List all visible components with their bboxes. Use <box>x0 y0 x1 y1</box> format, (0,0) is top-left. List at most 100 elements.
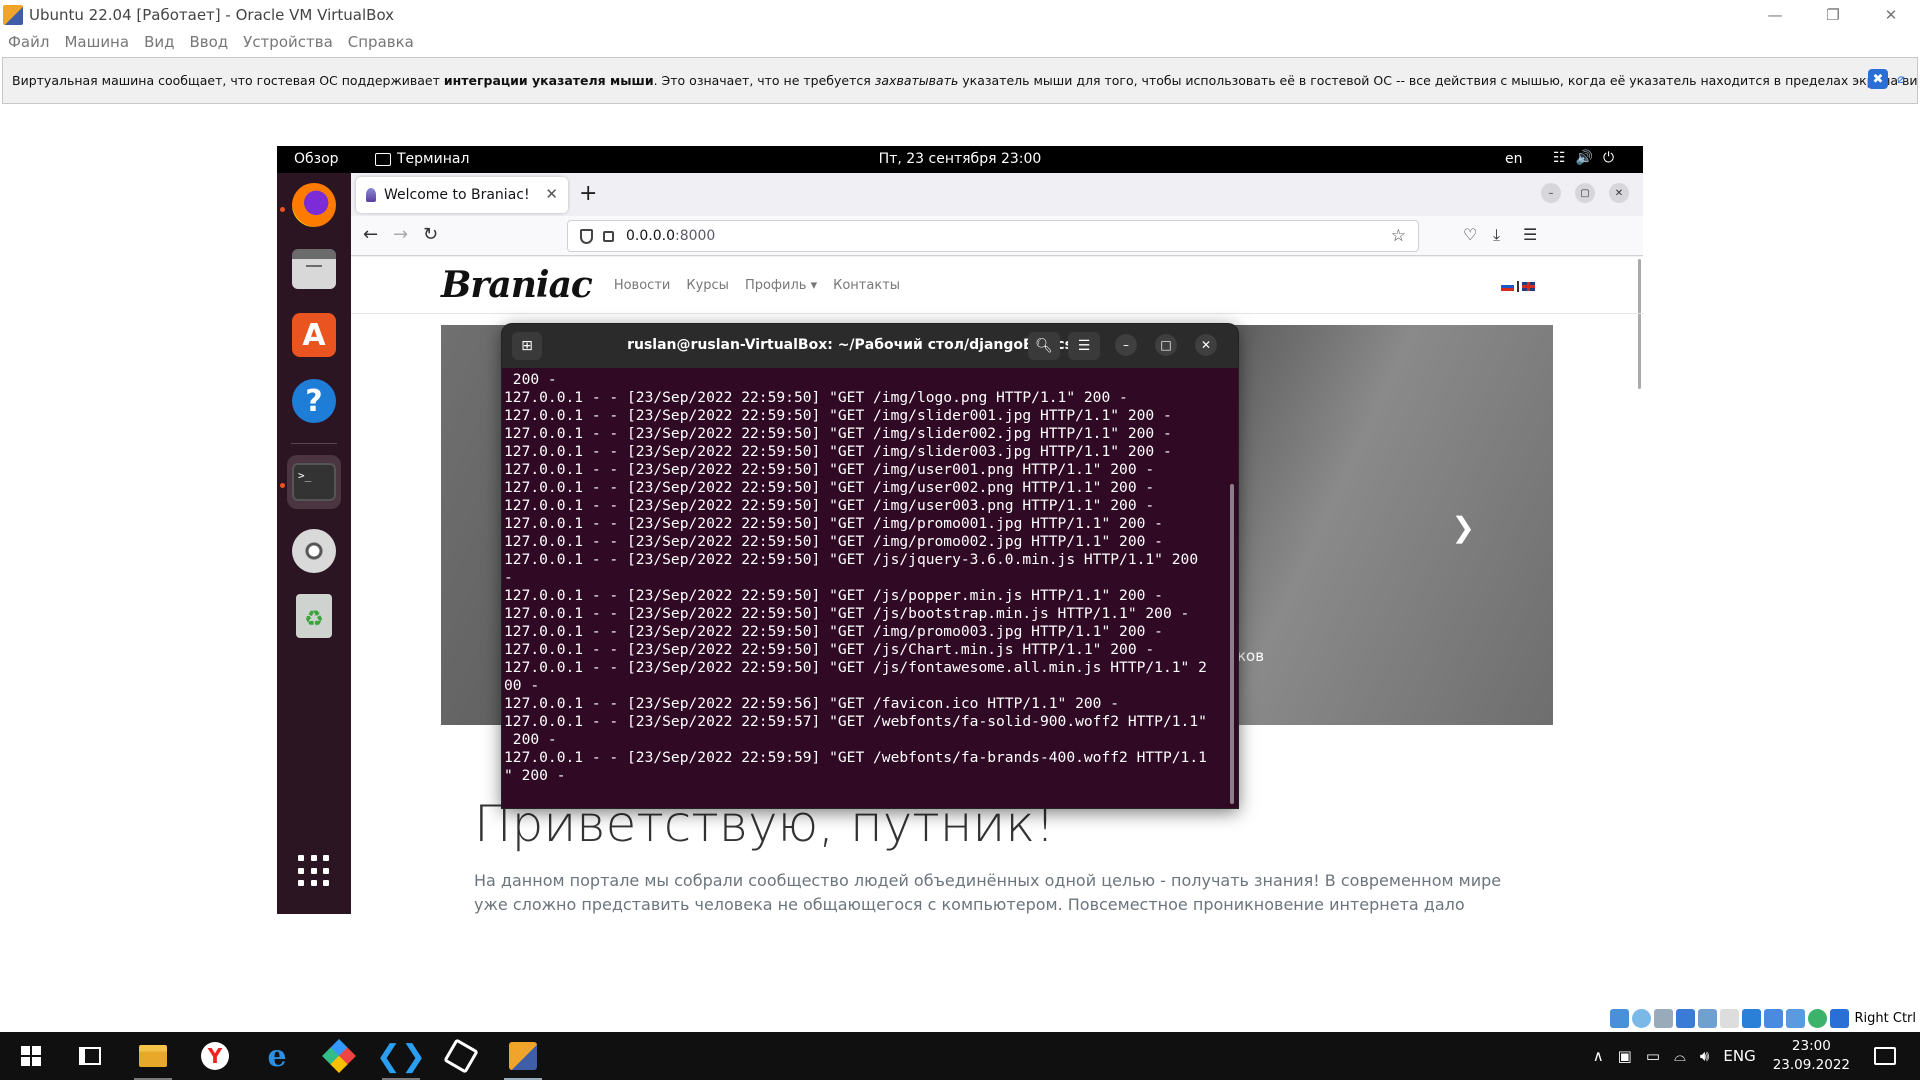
meet-now-icon[interactable]: ▣ <box>1618 1047 1632 1065</box>
keyboard-capture-icon[interactable] <box>1829 1008 1849 1028</box>
bookmark-star-icon[interactable]: ☆ <box>1391 226 1406 246</box>
battery-icon[interactable]: ▭ <box>1646 1047 1660 1065</box>
terminal-window[interactable]: ⊞ ruslan@ruslan-VirtualBox: ~/Рабочий ст… <box>502 324 1238 808</box>
system-menu[interactable]: ☷ 🔊 ⏻ <box>1553 150 1614 166</box>
taskbar-clock[interactable]: 23:00 23.09.2022 <box>1773 1037 1850 1075</box>
dock-trash[interactable]: ♻ <box>287 589 341 643</box>
show-hidden-icons-chevron-icon[interactable]: ∧ <box>1593 1047 1604 1065</box>
ff-restore-icon[interactable]: ▢ <box>1575 183 1595 203</box>
terminal-output[interactable]: 200 -127.0.0.1 - - [23/Sep/2022 22:59:50… <box>504 368 1226 808</box>
taskbar-3d[interactable] <box>434 1032 488 1080</box>
terminal-line: 127.0.0.1 - - [23/Sep/2022 22:59:50] "GE… <box>504 533 1163 550</box>
new-tab-icon[interactable]: + <box>579 181 597 206</box>
nav-courses[interactable]: Курсы <box>686 278 729 293</box>
input-language[interactable]: ENG <box>1723 1047 1755 1065</box>
reload-icon[interactable]: ↻ <box>423 224 438 245</box>
start-button[interactable] <box>4 1032 58 1080</box>
wifi-icon[interactable]: ⌓ <box>1674 1047 1686 1065</box>
virtualization-icon[interactable] <box>1785 1008 1805 1028</box>
taskbar-explorer[interactable] <box>126 1032 180 1080</box>
terminal-line: 127.0.0.1 - - [23/Sep/2022 22:59:50] "GE… <box>504 425 1172 442</box>
url-bar[interactable]: 0.0.0.0:8000 ☆ <box>567 220 1419 252</box>
audio-icon[interactable] <box>1653 1008 1673 1028</box>
ff-minimize-icon[interactable]: – <box>1541 183 1561 203</box>
ff-close-icon[interactable]: ✕ <box>1609 183 1629 203</box>
internet-explorer-icon: e <box>267 1038 287 1074</box>
clock[interactable]: Пт, 23 сентября 23:00 <box>277 151 1643 167</box>
restore-button[interactable]: ❐ <box>1804 0 1862 30</box>
hdd-icon[interactable] <box>1609 1008 1629 1028</box>
navbar-divider <box>351 313 1643 314</box>
minimize-button[interactable]: — <box>1746 0 1804 30</box>
flag-uk-icon[interactable] <box>1522 282 1535 291</box>
pocket-icon[interactable]: ♡ <box>1463 225 1477 244</box>
notifications-icon[interactable] <box>1874 1047 1896 1065</box>
menu-view[interactable]: Вид <box>144 33 174 51</box>
menu-hamburger-icon[interactable]: ☰ <box>1523 225 1537 244</box>
downloads-icon[interactable]: ⤓ <box>1493 225 1500 245</box>
dock-terminal[interactable]: >_ <box>287 455 341 509</box>
dock-disc[interactable] <box>287 524 341 578</box>
terminal-headerbar: ⊞ ruslan@ruslan-VirtualBox: ~/Рабочий ст… <box>502 324 1238 368</box>
nav-contacts[interactable]: Контакты <box>833 278 900 293</box>
carousel-next-icon[interactable]: ❯ <box>1452 511 1475 544</box>
tracking-shield-icon[interactable] <box>580 228 593 244</box>
back-icon[interactable]: ← <box>363 224 378 245</box>
menu-file[interactable]: Файл <box>8 33 49 51</box>
taskbar-ie[interactable]: e <box>250 1032 304 1080</box>
taskbar-yandex[interactable]: Y <box>188 1032 242 1080</box>
app-store-icon: A <box>292 313 336 357</box>
network-icon[interactable] <box>1675 1008 1695 1028</box>
nav-profile[interactable]: Профиль ▾ <box>745 278 817 293</box>
terminal-scrollbar[interactable] <box>1230 484 1234 804</box>
running-indicator <box>280 483 285 488</box>
taskbar-vscode[interactable]: ❮❯ <box>374 1032 428 1080</box>
file-explorer-icon <box>139 1045 167 1067</box>
dock-firefox[interactable] <box>287 178 341 232</box>
mouse-integration-icon[interactable]: ⌀ <box>1891 69 1911 89</box>
page-scrollbar[interactable] <box>1638 259 1641 389</box>
taskbar-git[interactable] <box>312 1032 366 1080</box>
hamburger-menu-icon[interactable]: ☰ <box>1068 332 1100 360</box>
dock-separator <box>291 443 337 444</box>
dock-software[interactable]: A <box>287 308 341 362</box>
speaker-icon[interactable]: 🔊︎ <box>1700 1047 1709 1065</box>
close-button[interactable]: ✕ <box>1862 0 1920 30</box>
shared-folder-icon[interactable] <box>1719 1008 1739 1028</box>
taskbar-virtualbox[interactable] <box>496 1032 550 1080</box>
term-minimize-icon[interactable]: – <box>1115 334 1137 356</box>
virtualbox-icon <box>509 1042 537 1070</box>
menu-machine[interactable]: Машина <box>64 33 129 51</box>
task-view-button[interactable] <box>63 1032 117 1080</box>
usb-icon[interactable] <box>1697 1008 1717 1028</box>
volume-icon: 🔊 <box>1575 150 1593 166</box>
search-icon[interactable]: 🔍︎ <box>1028 332 1060 360</box>
term-close-icon[interactable]: ✕ <box>1195 334 1217 356</box>
close-tab-icon[interactable]: ✕ <box>545 185 558 203</box>
recording-icon[interactable] <box>1763 1008 1783 1028</box>
terminal-line: 127.0.0.1 - - [23/Sep/2022 22:59:59] "GE… <box>504 749 1207 766</box>
keyboard-layout[interactable]: en <box>1505 151 1523 167</box>
menu-devices[interactable]: Устройства <box>243 33 333 51</box>
close-notice-icon[interactable]: ✖ <box>1868 69 1888 89</box>
term-maximize-icon[interactable]: □ <box>1155 334 1177 356</box>
site-logo[interactable]: Braniac <box>441 264 593 306</box>
mouse-integration-status-icon[interactable] <box>1807 1008 1827 1028</box>
show-apps-icon[interactable] <box>298 855 330 887</box>
flag-ru-icon[interactable] <box>1501 282 1514 291</box>
dock-files[interactable] <box>287 242 341 296</box>
dock-help[interactable]: ? <box>287 374 341 428</box>
menu-help[interactable]: Справка <box>348 33 414 51</box>
nav-news[interactable]: Новости <box>614 278 671 293</box>
browser-tab[interactable]: Welcome to Braniac! ✕ <box>356 177 568 213</box>
display-icon[interactable] <box>1741 1008 1761 1028</box>
menu-input[interactable]: Ввод <box>189 33 228 51</box>
guest-screen[interactable]: Обзор Терминал Пт, 23 сентября 23:00 en … <box>277 146 1643 914</box>
terminal-line: 127.0.0.1 - - [23/Sep/2022 22:59:50] "GE… <box>504 605 1190 622</box>
insecure-lock-icon[interactable] <box>603 230 614 242</box>
welcome-text: На данном портале мы собрали сообщество … <box>474 871 1502 914</box>
flag-separator <box>1517 281 1519 292</box>
forward-icon[interactable]: → <box>393 224 408 245</box>
optical-icon[interactable] <box>1631 1008 1651 1028</box>
terminal-line: 127.0.0.1 - - [23/Sep/2022 22:59:50] "GE… <box>504 407 1172 424</box>
